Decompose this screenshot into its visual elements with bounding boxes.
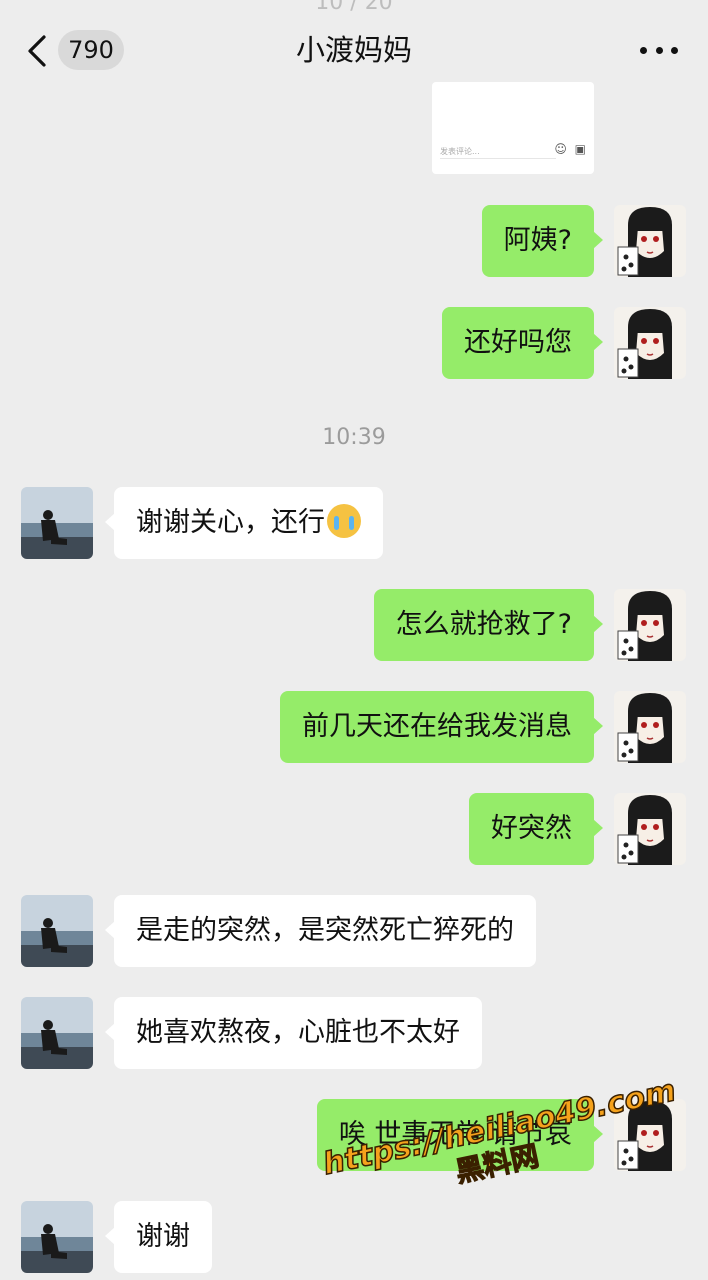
my-avatar[interactable] xyxy=(614,793,686,865)
message-text: 怎么就抢救了? xyxy=(395,609,572,640)
message-bubble[interactable]: 还好吗您 xyxy=(442,307,603,379)
message-bubble[interactable]: 谢谢 xyxy=(105,1201,212,1273)
message-text: 是走的突然，是突然死亡猝死的 xyxy=(136,915,514,946)
message-bubble[interactable]: 怎么就抢救了? xyxy=(373,589,604,661)
my-avatar[interactable] xyxy=(614,691,686,763)
message-bubble[interactable]: 好突然 xyxy=(469,793,603,865)
contact-avatar[interactable] xyxy=(21,895,93,967)
my-avatar[interactable] xyxy=(614,307,686,379)
timestamp: 10:39 xyxy=(322,425,386,450)
message-text: 前几天还在给我发消息 xyxy=(302,711,572,742)
message-text: 阿姨? xyxy=(503,225,572,256)
contact-avatar[interactable] xyxy=(21,997,93,1069)
message-text: 谢谢关心，还行 xyxy=(136,507,325,538)
status-time: 10 / 20 xyxy=(315,0,393,15)
chat-title: 小渡妈妈 xyxy=(295,33,412,67)
crying-face-emoji xyxy=(327,503,361,538)
nav-bar: 10 / 20 790 小渡妈妈 xyxy=(0,0,708,92)
message-text: 谢谢 xyxy=(136,1221,190,1252)
comment-placeholder: 发表评论... xyxy=(440,147,480,156)
more-dots-icon[interactable] xyxy=(640,34,678,66)
shared-card-preview[interactable]: 发表评论... ☺ ▣ xyxy=(432,82,594,174)
message-text: 好突然 xyxy=(491,813,572,844)
contact-avatar[interactable] xyxy=(21,1201,93,1273)
message-bubble[interactable]: 前几天还在给我发消息 xyxy=(280,691,603,763)
message-text: 还好吗您 xyxy=(464,327,572,358)
message-bubble[interactable]: 谢谢关心，还行 xyxy=(105,487,383,559)
message-bubble[interactable]: 她喜欢熬夜，心脏也不太好 xyxy=(105,997,482,1069)
message-bubble[interactable]: 阿姨? xyxy=(481,205,604,277)
message-bubble[interactable]: 是走的突然，是突然死亡猝死的 xyxy=(105,895,536,967)
contact-avatar[interactable] xyxy=(21,487,93,559)
my-avatar[interactable] xyxy=(614,205,686,277)
card-icons: ☺ ▣ xyxy=(554,142,588,156)
my-avatar[interactable] xyxy=(614,589,686,661)
message-text: 她喜欢熬夜，心脏也不太好 xyxy=(136,1017,460,1048)
